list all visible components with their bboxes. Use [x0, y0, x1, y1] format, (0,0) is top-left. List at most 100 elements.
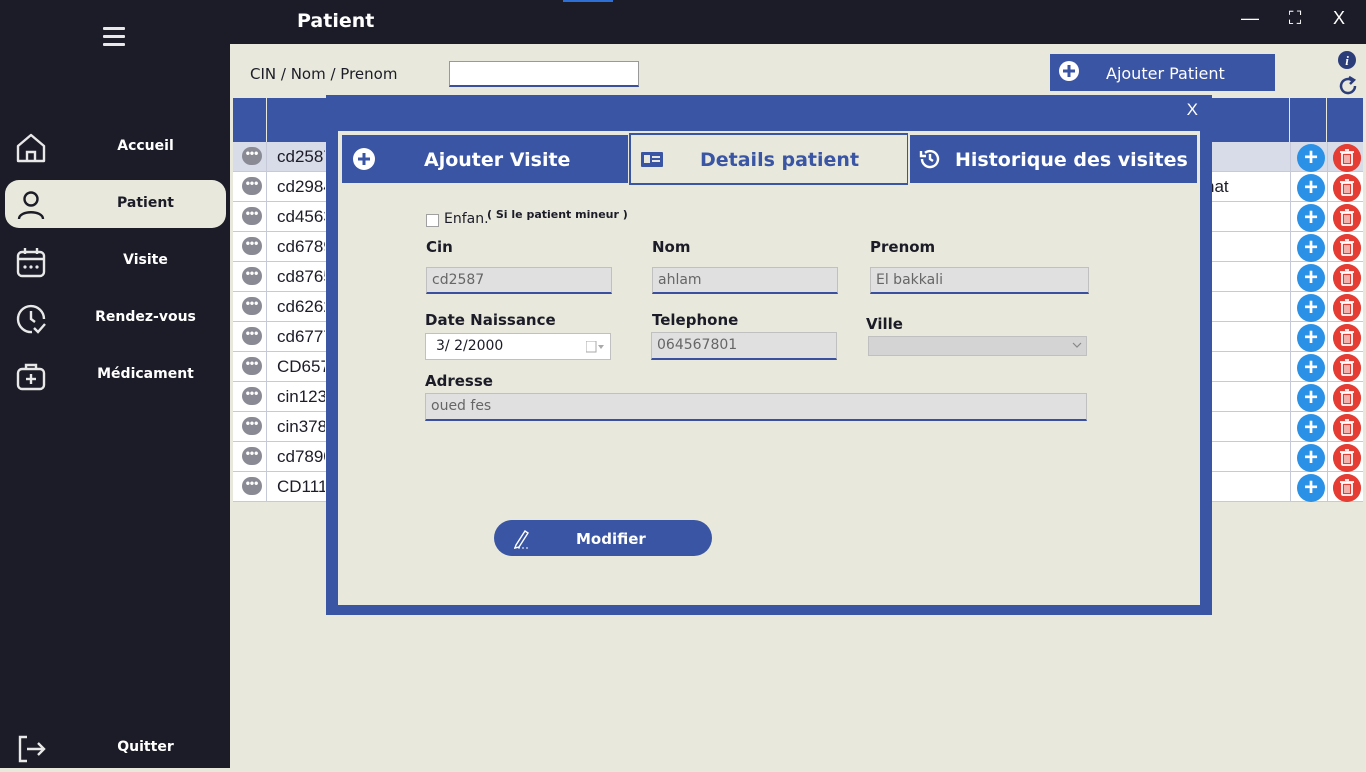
user-icon — [17, 191, 45, 220]
column-divider — [1290, 202, 1291, 231]
column-divider — [266, 232, 267, 261]
add-patient-button[interactable]: Ajouter Patient — [1050, 54, 1275, 91]
more-options-icon[interactable]: ••• — [242, 327, 262, 345]
delete-button[interactable] — [1333, 384, 1361, 412]
tab-label: Historique des visites — [955, 149, 1188, 171]
add-visit-button[interactable]: + — [1297, 144, 1325, 172]
delete-button[interactable] — [1333, 294, 1361, 322]
column-divider — [266, 352, 267, 381]
search-input[interactable] — [449, 61, 639, 87]
delete-button[interactable] — [1333, 264, 1361, 292]
medical-bag-icon — [16, 363, 46, 391]
delete-button[interactable] — [1333, 354, 1361, 382]
tab-details-patient[interactable]: Details patient — [629, 133, 909, 185]
sidebar-item-label: Patient — [117, 195, 174, 211]
column-divider — [1327, 442, 1328, 471]
sidebar-item-accueil[interactable]: Accueil — [5, 123, 226, 171]
delete-button[interactable] — [1333, 474, 1361, 502]
column-divider — [266, 382, 267, 411]
more-options-icon[interactable]: ••• — [242, 177, 262, 195]
add-visit-button[interactable]: + — [1297, 264, 1325, 292]
sidebar-item-label: Visite — [123, 252, 168, 268]
prenom-field[interactable]: El bakkali — [870, 267, 1089, 294]
add-visit-button[interactable]: + — [1297, 174, 1325, 202]
more-options-icon[interactable]: ••• — [242, 447, 262, 465]
nom-field[interactable]: ahlam — [652, 267, 838, 294]
tab-historique-visites[interactable]: Historique des visites — [908, 133, 1199, 185]
delete-button[interactable] — [1333, 324, 1361, 352]
more-options-icon[interactable]: ••• — [242, 357, 262, 375]
info-icon[interactable]: i — [1337, 50, 1357, 70]
add-visit-button[interactable]: + — [1297, 354, 1325, 382]
add-visit-button[interactable]: + — [1297, 294, 1325, 322]
column-divider — [1290, 442, 1291, 471]
sidebar-item-visite[interactable]: Visite — [5, 237, 226, 285]
table-header-cell — [233, 98, 267, 142]
more-options-icon[interactable]: ••• — [242, 417, 262, 435]
column-divider — [266, 202, 267, 231]
modifier-label: Modifier — [576, 530, 646, 548]
maximize-button[interactable]: ⛶ — [1283, 8, 1307, 32]
column-divider — [1327, 232, 1328, 261]
more-options-icon[interactable]: ••• — [242, 297, 262, 315]
column-divider — [1327, 352, 1328, 381]
more-options-icon[interactable]: ••• — [242, 477, 262, 495]
page-title: Patient — [297, 10, 375, 32]
telephone-field[interactable]: 064567801 — [651, 332, 837, 360]
more-options-icon[interactable]: ••• — [242, 147, 262, 165]
sidebar-item-patient[interactable]: Patient — [5, 180, 226, 228]
title-bar-accent — [563, 0, 613, 2]
sidebar-item-medicament[interactable]: Médicament — [5, 351, 226, 399]
add-visit-button[interactable]: + — [1297, 414, 1325, 442]
history-icon — [919, 149, 940, 169]
delete-button[interactable] — [1333, 234, 1361, 262]
column-divider — [1290, 472, 1291, 501]
plus-circle-icon — [1059, 61, 1079, 81]
delete-button[interactable] — [1333, 174, 1361, 202]
tab-label: Ajouter Visite — [424, 149, 571, 171]
cin-label: Cin — [426, 238, 453, 256]
add-visit-button[interactable]: + — [1297, 324, 1325, 352]
minimize-button[interactable]: — — [1238, 8, 1262, 32]
date-naissance-field[interactable]: 3/ 2/2000 — [425, 333, 611, 360]
enfant-checkbox[interactable] — [426, 214, 439, 227]
more-options-icon[interactable]: ••• — [242, 387, 262, 405]
quit-label: Quitter — [117, 739, 174, 755]
dialog-close-button[interactable]: X — [1187, 100, 1198, 120]
cin-cell: cd2984 — [277, 177, 325, 196]
add-visit-button[interactable]: + — [1297, 234, 1325, 262]
more-options-icon[interactable]: ••• — [242, 267, 262, 285]
add-visit-button[interactable]: + — [1297, 474, 1325, 502]
delete-button[interactable] — [1333, 144, 1361, 172]
sidebar: Accueil Patient Visite Rendez-vous Médic… — [0, 0, 230, 768]
add-visit-button[interactable]: + — [1297, 444, 1325, 472]
id-card-icon — [641, 152, 663, 167]
delete-button[interactable] — [1333, 444, 1361, 472]
edit-icon — [513, 530, 530, 549]
cin-field[interactable]: cd2587 — [426, 267, 612, 294]
column-divider — [1327, 292, 1328, 321]
tab-ajouter-visite[interactable]: Ajouter Visite — [340, 133, 630, 185]
table-header-cell — [1327, 98, 1363, 142]
cin-cell: CD6578 — [277, 357, 325, 376]
adresse-field[interactable]: oued fes — [425, 393, 1087, 421]
menu-icon[interactable] — [103, 27, 125, 47]
more-options-icon[interactable]: ••• — [242, 207, 262, 225]
add-visit-button[interactable]: + — [1297, 384, 1325, 412]
delete-button[interactable] — [1333, 204, 1361, 232]
refresh-icon[interactable] — [1337, 75, 1359, 97]
column-divider — [266, 322, 267, 351]
modifier-button[interactable]: Modifier — [494, 520, 712, 556]
column-divider — [266, 172, 267, 201]
delete-button[interactable] — [1333, 414, 1361, 442]
column-divider — [1290, 262, 1291, 291]
ville-select[interactable] — [868, 336, 1087, 356]
add-visit-button[interactable]: + — [1297, 204, 1325, 232]
cin-cell: cd2587 — [277, 147, 325, 166]
quit-button[interactable]: Quitter — [5, 724, 226, 772]
calendar-dropdown-icon[interactable] — [586, 341, 604, 353]
close-window-button[interactable]: X — [1327, 8, 1351, 32]
sidebar-item-rendez-vous[interactable]: Rendez-vous — [5, 294, 226, 342]
column-divider — [266, 142, 267, 171]
more-options-icon[interactable]: ••• — [242, 237, 262, 255]
